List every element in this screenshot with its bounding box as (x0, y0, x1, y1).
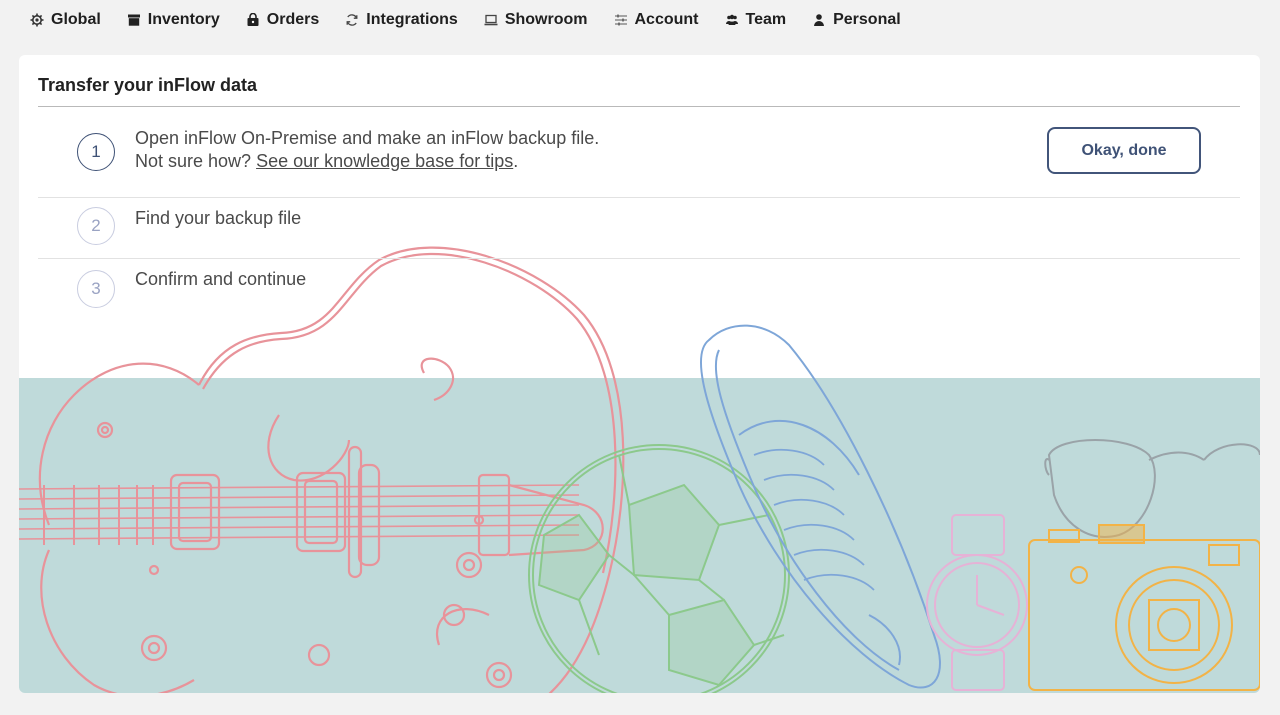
sliders-icon (614, 13, 628, 27)
step-3: 3 Confirm and continue (38, 258, 1240, 318)
sync-icon (345, 13, 359, 27)
box-icon (127, 13, 141, 27)
users-icon (725, 13, 739, 27)
card-title: Transfer your inFlow data (38, 75, 258, 95)
soccer-ball-drawing (528, 444, 790, 693)
step-number-badge: 3 (77, 270, 115, 308)
nav-label: Integrations (366, 11, 458, 28)
step-1-text: Open inFlow On-Premise and make an inFlo… (135, 127, 599, 173)
okay-done-button[interactable]: Okay, done (1047, 127, 1201, 174)
watch-drawing (926, 514, 1028, 691)
gear-icon (30, 13, 44, 27)
camera-drawing (1028, 524, 1260, 691)
step-number-badge: 1 (77, 133, 115, 171)
nav-integrations[interactable]: Integrations (345, 11, 458, 29)
laptop-icon (484, 13, 498, 27)
nav-label: Showroom (504, 11, 588, 28)
nav-label: Global (51, 11, 101, 28)
nav-label: Inventory (147, 11, 220, 28)
glasses-drawing (1044, 439, 1260, 538)
step-2-text: Find your backup file (135, 208, 302, 228)
nav-inventory[interactable]: Inventory (127, 11, 220, 29)
nav-orders[interactable]: Orders (246, 11, 319, 29)
nav-showroom[interactable]: Showroom (484, 11, 588, 29)
step-2: 2 Find your backup file (38, 197, 1240, 259)
step-1-suffix: . (513, 151, 519, 171)
top-nav: Global Inventory Orders Integrations Sho… (0, 0, 1280, 40)
transfer-card: Transfer your inFlow data 1 Open inFlow … (19, 55, 1260, 693)
nav-label: Team (745, 11, 787, 28)
nav-team[interactable]: Team (725, 11, 787, 29)
step-1-line2: Not sure how? See our knowledge base for… (135, 150, 599, 173)
step-1-line1: Open inFlow On-Premise and make an inFlo… (135, 128, 600, 148)
step-3-text: Confirm and continue (135, 269, 307, 289)
user-icon (812, 13, 826, 27)
step-1-prefix: Not sure how? (135, 151, 257, 171)
nav-label: Orders (266, 11, 320, 28)
nav-label: Account (634, 11, 699, 28)
step-number-badge: 2 (77, 207, 115, 245)
nav-label: Personal (833, 11, 901, 28)
nav-global[interactable]: Global (30, 11, 101, 29)
bag-icon (246, 13, 260, 27)
nav-account[interactable]: Account (614, 11, 699, 29)
nav-personal[interactable]: Personal (812, 11, 901, 29)
knowledge-base-link[interactable]: See our knowledge base for tips (256, 151, 513, 171)
